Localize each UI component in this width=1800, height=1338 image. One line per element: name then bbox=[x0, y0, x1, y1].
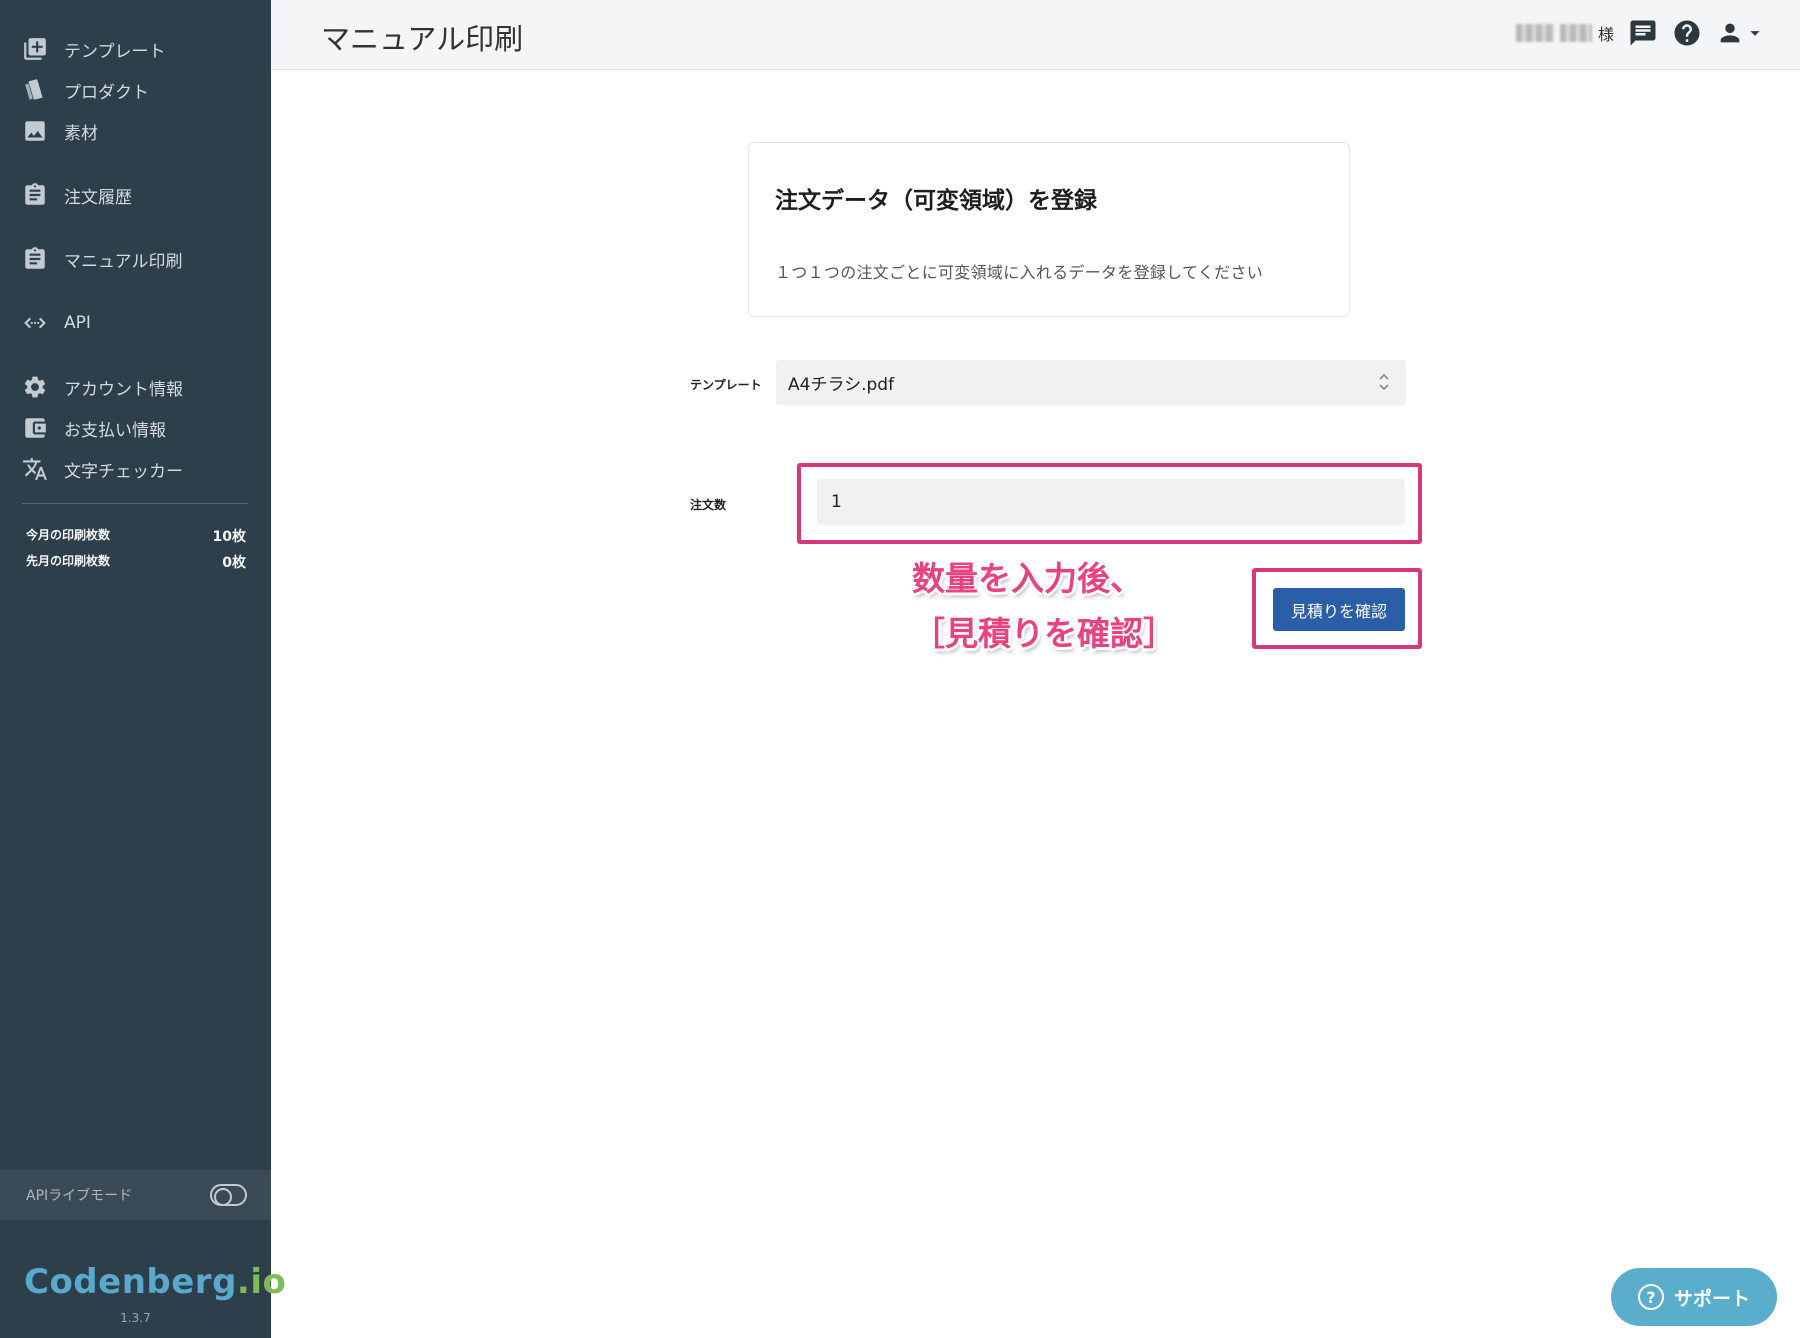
clipboard-icon bbox=[22, 246, 48, 272]
sidebar-item-manual-print[interactable]: マニュアル印刷 bbox=[22, 244, 183, 274]
stat-label: 先月の印刷枚数 bbox=[26, 554, 111, 568]
quantity-input[interactable] bbox=[817, 479, 1405, 525]
sidebar-item-text-checker[interactable]: 文字チェッカー bbox=[22, 454, 183, 484]
sidebar-item-account[interactable]: アカウント情報 bbox=[22, 372, 183, 402]
template-label: テンプレート bbox=[690, 378, 762, 392]
sidebar-item-billing[interactable]: お支払い情報 bbox=[22, 413, 166, 443]
sidebar-item-label: 素材 bbox=[64, 123, 98, 144]
info-card: 注文データ（可変領域）を登録 １つ１つの注文ごとに可変領域に入れるデータを登録し… bbox=[748, 142, 1350, 317]
user-suffix: 様 bbox=[1597, 25, 1614, 44]
sidebar-item-label: プロダクト bbox=[64, 82, 149, 103]
image-icon bbox=[22, 118, 48, 144]
api-live-mode-row: APIライブモード bbox=[0, 1170, 271, 1220]
quantity-label: 注文数 bbox=[690, 498, 727, 512]
app-version: 1.3.7 bbox=[120, 1311, 151, 1325]
support-label: サポート bbox=[1673, 1287, 1750, 1310]
sidebar-item-label: API bbox=[64, 313, 91, 333]
logo-main: Codenberg bbox=[24, 1262, 237, 1302]
person-icon bbox=[1720, 23, 1740, 43]
blurred-name bbox=[1515, 24, 1554, 42]
card-title: 注文データ（可変領域）を登録 bbox=[775, 188, 1097, 214]
annotation-line-2: ［見積りを確認］ bbox=[912, 614, 1176, 653]
sidebar-item-materials[interactable]: 素材 bbox=[22, 116, 98, 146]
card-description: １つ１つの注文ごとに可変領域に入れるデータを登録してください bbox=[775, 263, 1264, 282]
sidebar-item-label: 注文履歴 bbox=[64, 187, 132, 208]
logo-suffix: .io bbox=[236, 1262, 287, 1302]
stat-value: 0枚 bbox=[222, 555, 246, 571]
page-title: マニュアル印刷 bbox=[321, 22, 524, 56]
stat-label: 今月の印刷枚数 bbox=[26, 528, 111, 542]
stat-last-month: 先月の印刷枚数 0枚 bbox=[26, 552, 246, 572]
stat-value: 10枚 bbox=[212, 529, 246, 545]
sidebar-item-label: 文字チェッカー bbox=[64, 461, 183, 482]
api-live-mode-toggle[interactable] bbox=[210, 1184, 247, 1206]
sidebar-item-label: マニュアル印刷 bbox=[64, 251, 183, 272]
user-area: 様 bbox=[1515, 18, 1766, 48]
gear-icon bbox=[22, 374, 48, 400]
sidebar-item-api[interactable]: API bbox=[22, 308, 91, 338]
sidebar-item-order-history[interactable]: 注文履歴 bbox=[22, 180, 132, 210]
clipboard-icon bbox=[22, 182, 48, 208]
template-select[interactable]: A4チラシ.pdf bbox=[776, 360, 1406, 405]
translate-icon bbox=[22, 456, 48, 482]
sidebar-divider bbox=[22, 503, 248, 504]
sidebar-item-products[interactable]: プロダクト bbox=[22, 75, 149, 105]
sidebar: テンプレート プロダクト 素材 注文履歴 マニュアル印刷 API アカウント情報… bbox=[0, 0, 286, 1338]
blurred-name bbox=[1559, 24, 1592, 42]
confirm-estimate-button[interactable]: 見積りを確認 bbox=[1273, 588, 1405, 631]
user-menu[interactable] bbox=[1716, 19, 1766, 47]
wallet-icon bbox=[22, 415, 48, 441]
api-live-mode-label: APIライブモード bbox=[26, 1188, 133, 1204]
help-circle-icon: ? bbox=[1637, 1284, 1664, 1310]
top-header: マニュアル印刷 様 bbox=[271, 0, 1800, 70]
sidebar-item-templates[interactable]: テンプレート bbox=[22, 34, 166, 64]
code-icon bbox=[22, 310, 48, 336]
support-button[interactable]: ? サポート bbox=[1611, 1268, 1777, 1326]
message-icon[interactable] bbox=[1628, 18, 1658, 48]
caret-down-icon bbox=[1750, 31, 1760, 36]
codenberg-logo: Codenberg.io bbox=[24, 1262, 286, 1302]
add-box-icon bbox=[22, 36, 48, 62]
sidebar-item-label: アカウント情報 bbox=[64, 379, 183, 400]
stat-this-month: 今月の印刷枚数 10枚 bbox=[26, 526, 246, 546]
help-icon[interactable] bbox=[1672, 18, 1702, 48]
user-name: 様 bbox=[1515, 21, 1614, 45]
template-select-value: A4チラシ.pdf bbox=[788, 375, 895, 395]
annotation-line-1: 数量を入力後、 bbox=[912, 559, 1143, 598]
cards-icon bbox=[22, 77, 48, 103]
sidebar-item-label: テンプレート bbox=[64, 41, 166, 62]
select-arrows-icon bbox=[1379, 373, 1389, 391]
sidebar-item-label: お支払い情報 bbox=[64, 420, 166, 441]
